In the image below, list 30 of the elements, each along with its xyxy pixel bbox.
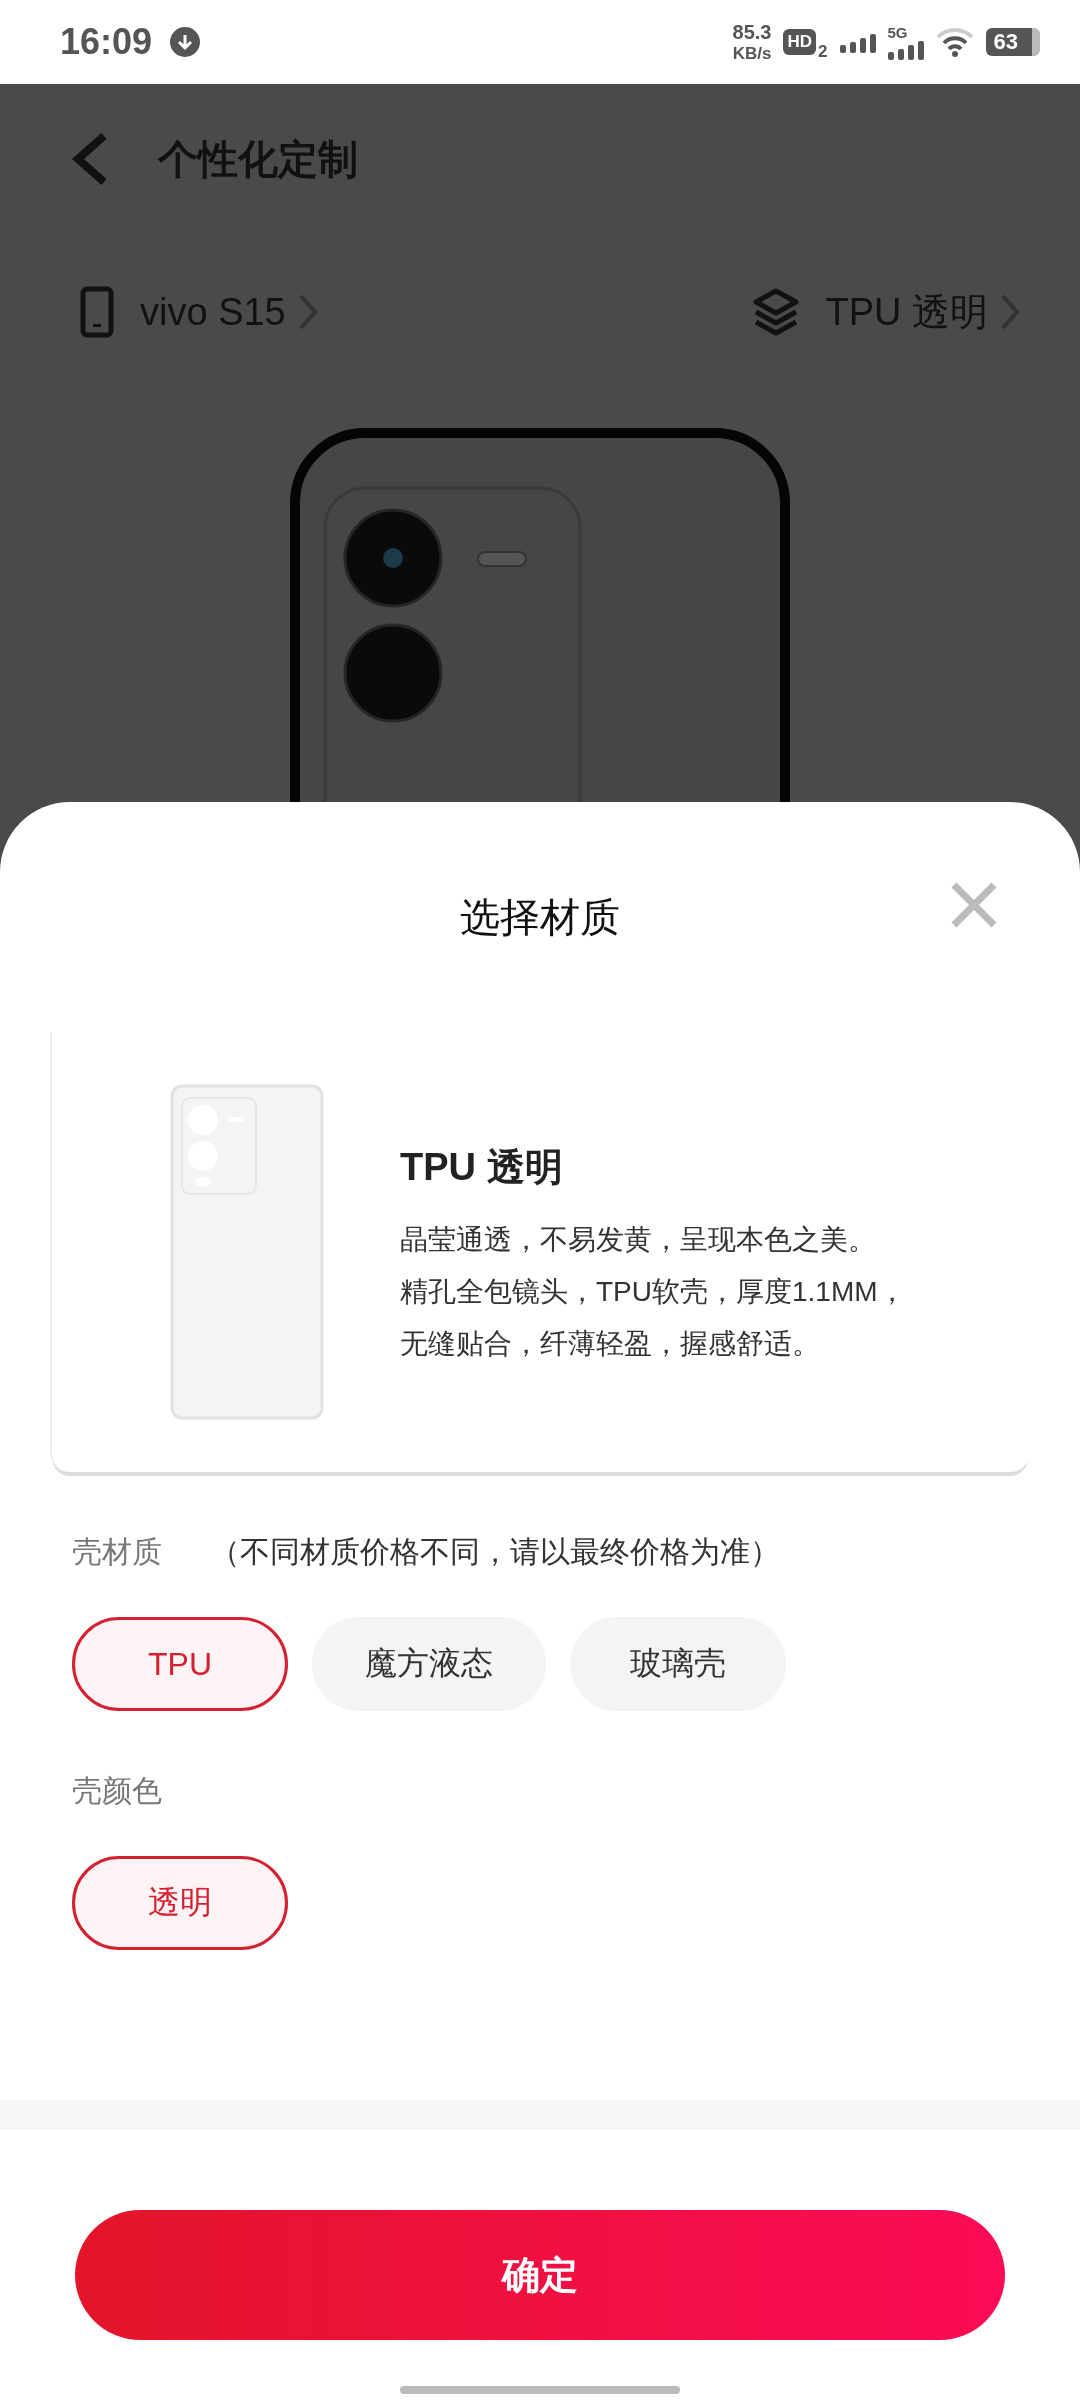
- battery-icon: 63: [985, 28, 1040, 56]
- layers-icon: [753, 288, 800, 336]
- option-label: 壳材质: [72, 1534, 162, 1570]
- speed-unit: KB/s: [732, 45, 772, 62]
- network-speed: 85.3: [732, 22, 772, 42]
- option-chip[interactable]: 透明: [72, 1856, 288, 1950]
- download-icon: [170, 27, 201, 57]
- product-description: 精孔全包镜头，TPU软壳，厚度1.1MM，: [400, 1274, 906, 1309]
- product-description: 无缝贴合，纤薄轻盈，握感舒适。: [400, 1326, 821, 1361]
- chevron-right-icon: [297, 293, 318, 331]
- page-title: 个性化定制: [158, 135, 358, 183]
- hd-badge: HD: [783, 29, 817, 55]
- option-chip[interactable]: 玻璃壳: [570, 1617, 786, 1711]
- option-label: 壳颜色: [72, 1773, 162, 1809]
- hd-index: 2: [818, 42, 828, 62]
- phone-icon: [80, 286, 114, 338]
- status-time: 16:09: [60, 21, 153, 63]
- close-icon[interactable]: [950, 881, 998, 929]
- product-description: 晶莹通透，不易发黄，呈现本色之美。: [400, 1222, 877, 1257]
- signal-icon: [839, 31, 876, 53]
- chevron-right-icon: [1000, 293, 1020, 331]
- product-title: TPU 透明: [400, 1144, 564, 1190]
- option-chip[interactable]: 魔方液态: [312, 1617, 546, 1711]
- sheet-title: 选择材质: [460, 893, 620, 941]
- network-type: 5G: [887, 24, 908, 40]
- price-note: （不同材质价格不同，请以最终价格为准）: [210, 1534, 780, 1570]
- wifi-icon: [935, 27, 974, 57]
- signal-icon: [887, 39, 924, 60]
- option-chip[interactable]: TPU: [72, 1617, 288, 1711]
- confirm-button[interactable]: 确定: [75, 2210, 1005, 2340]
